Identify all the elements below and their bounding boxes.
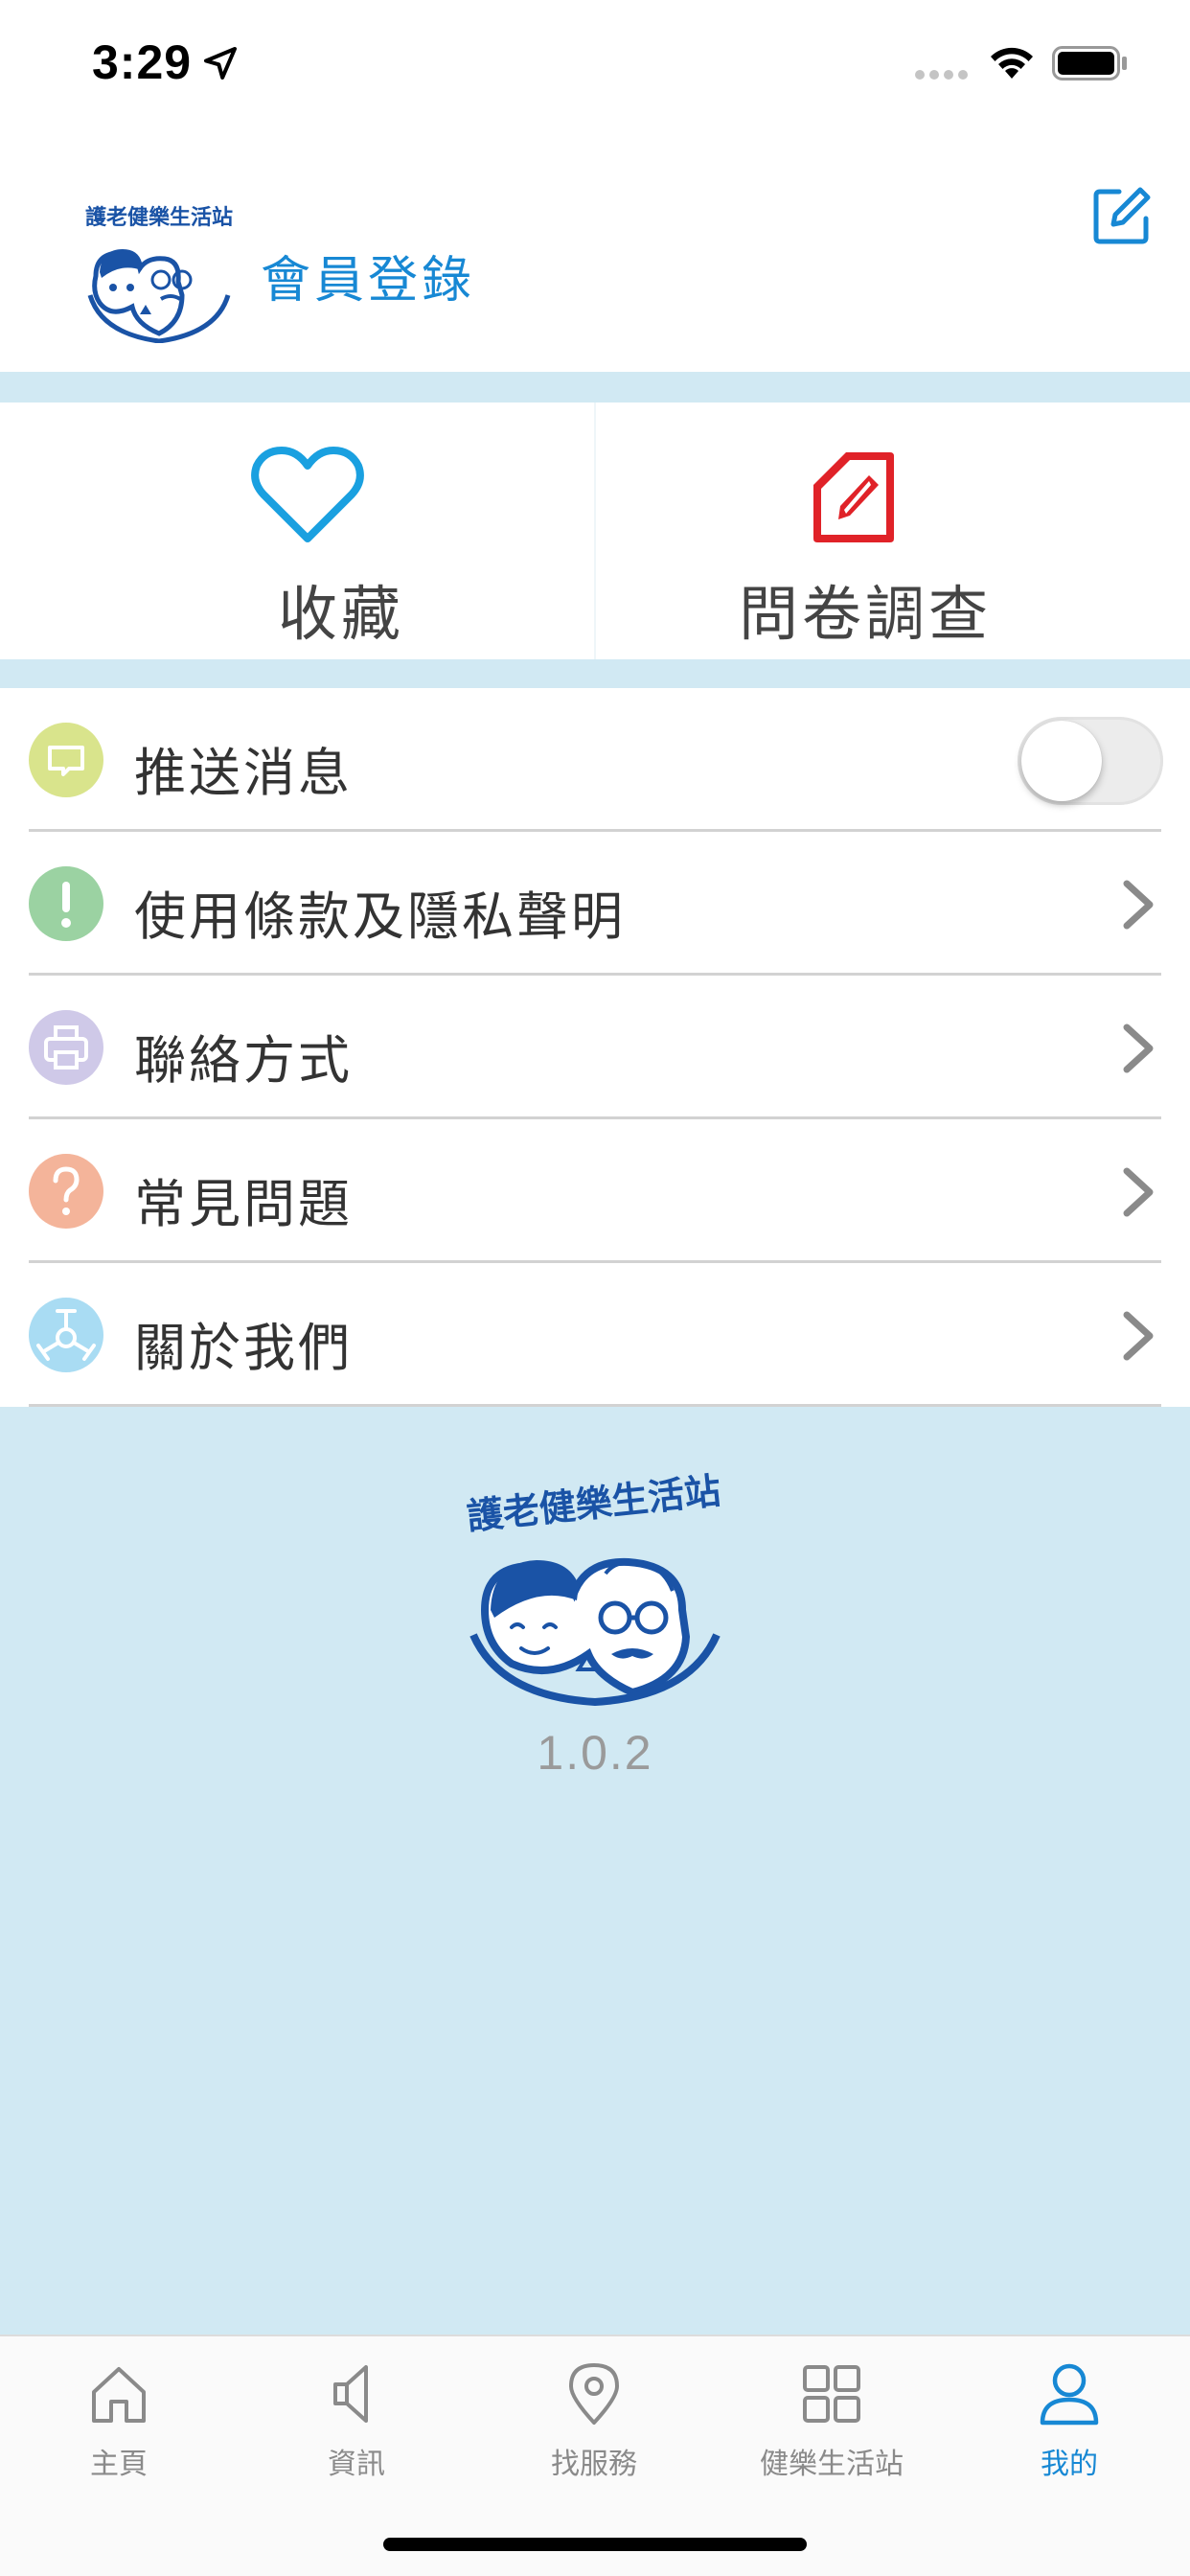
edit-icon[interactable]: [1090, 182, 1156, 247]
survey-label: 問卷調查: [739, 579, 993, 649]
status-bar: 3:29: [0, 0, 1190, 126]
tab-centres[interactable]: 健樂生活站: [713, 2336, 950, 2499]
list-item-about[interactable]: 關於我們: [0, 1263, 1190, 1407]
toggle-knob: [1021, 721, 1102, 801]
grid-icon: [803, 2365, 860, 2423]
chevron-right-icon: [1123, 1167, 1154, 1217]
logo-text: 護老健樂生活站: [85, 205, 233, 230]
chevron-right-icon: [1123, 1311, 1154, 1361]
section-spacer: [0, 659, 1190, 688]
push-notification-label: 推送消息: [134, 743, 353, 803]
app-version: 1.0.2: [537, 1726, 653, 1780]
tab-home-label: 主頁: [90, 2448, 148, 2481]
survey-edit-icon: [813, 452, 894, 542]
question-icon: [29, 1154, 103, 1229]
tab-home[interactable]: 主頁: [0, 2336, 238, 2499]
quick-actions: 收藏 問卷調查: [0, 402, 1190, 659]
home-indicator[interactable]: [383, 2538, 807, 2551]
user-icon: [1040, 2363, 1099, 2426]
status-time: 3:29: [92, 35, 193, 89]
member-login-link[interactable]: 會員登錄: [261, 240, 475, 311]
chevron-right-icon: [1123, 1024, 1154, 1073]
about-label: 關於我們: [134, 1318, 353, 1378]
location-pin-icon: [569, 2363, 619, 2425]
home-icon: [92, 2367, 146, 2423]
location-arrow-icon: [204, 47, 237, 80]
favorites-label: 收藏: [278, 579, 405, 649]
favorites-button[interactable]: 收藏: [0, 402, 595, 659]
signal-icon: [915, 70, 968, 80]
section-spacer: [0, 372, 1190, 402]
tab-news[interactable]: 資訊: [238, 2336, 475, 2499]
push-notification-toggle[interactable]: [1018, 717, 1163, 805]
printer-icon: [29, 1010, 103, 1085]
tab-me-label: 我的: [1041, 2448, 1098, 2481]
exclamation-icon: [29, 866, 103, 941]
settings-list: 推送消息 使用條款及隱私聲明 聯絡方式 常見問題 關於我們: [0, 688, 1190, 1407]
tab-find-service-label: 找服務: [551, 2448, 637, 2481]
list-item-contact[interactable]: 聯絡方式: [0, 976, 1190, 1119]
survey-button[interactable]: 問卷調查: [595, 402, 1190, 659]
footer-area: 護老健樂生活站 1.0.2: [0, 1407, 1190, 2334]
tab-find-service[interactable]: 找服務: [475, 2336, 713, 2499]
chevron-right-icon: [1123, 880, 1154, 930]
speaker-icon: [333, 2365, 368, 2423]
list-item-faq[interactable]: 常見問題: [0, 1119, 1190, 1263]
app-logo-large: 護老健樂生活站: [465, 1469, 722, 1706]
tab-news-label: 資訊: [328, 2448, 385, 2481]
wifi-icon: [991, 47, 1033, 79]
tab-centres-label: 健樂生活站: [760, 2448, 904, 2481]
app-logo: 護老健樂生活站: [85, 205, 233, 343]
logo-large-text: 護老健樂生活站: [465, 1469, 722, 1538]
tab-me[interactable]: 我的: [950, 2336, 1188, 2499]
contact-label: 聯絡方式: [134, 1030, 353, 1091]
push-notification-row: 推送消息: [0, 688, 1190, 832]
list-item-terms[interactable]: 使用條款及隱私聲明: [0, 832, 1190, 976]
battery-icon: [1052, 46, 1127, 80]
profile-header: 護老健樂生活站 會員登錄: [0, 126, 1190, 372]
faq-label: 常見問題: [134, 1174, 353, 1234]
heart-icon: [251, 447, 364, 542]
emblem-icon: [29, 1298, 103, 1372]
terms-label: 使用條款及隱私聲明: [134, 886, 626, 947]
message-icon: [29, 723, 103, 797]
